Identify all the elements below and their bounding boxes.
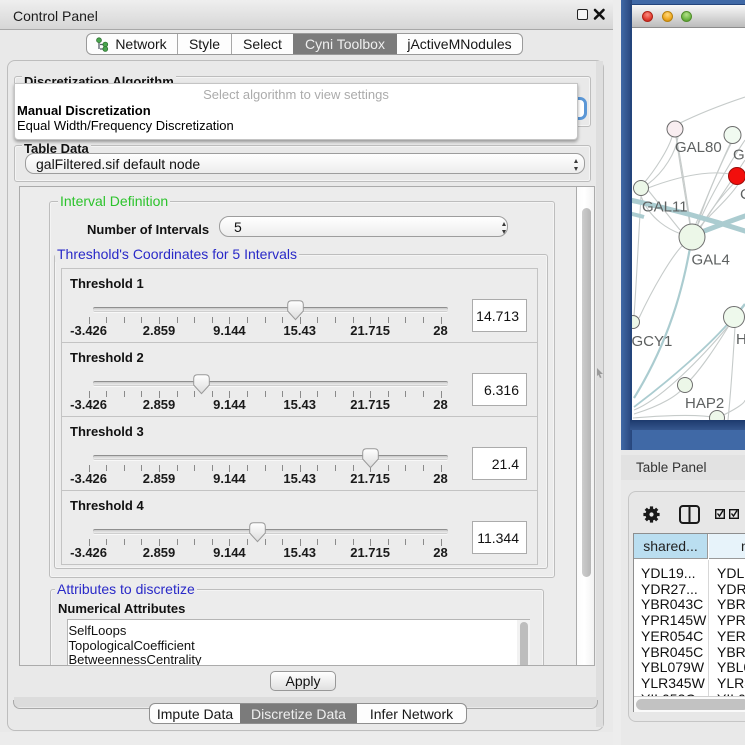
svg-text:GAL80: GAL80 [675, 139, 722, 156]
svg-text:C: C [740, 186, 745, 203]
svg-text:H: H [736, 331, 745, 348]
svg-text:GAL11: GAL11 [642, 199, 688, 216]
svg-text:GAL4: GAL4 [692, 252, 730, 269]
svg-text:GCY1: GCY1 [632, 333, 672, 350]
svg-text:HAP2: HAP2 [685, 395, 724, 412]
svg-text:G.: G. [733, 147, 745, 164]
